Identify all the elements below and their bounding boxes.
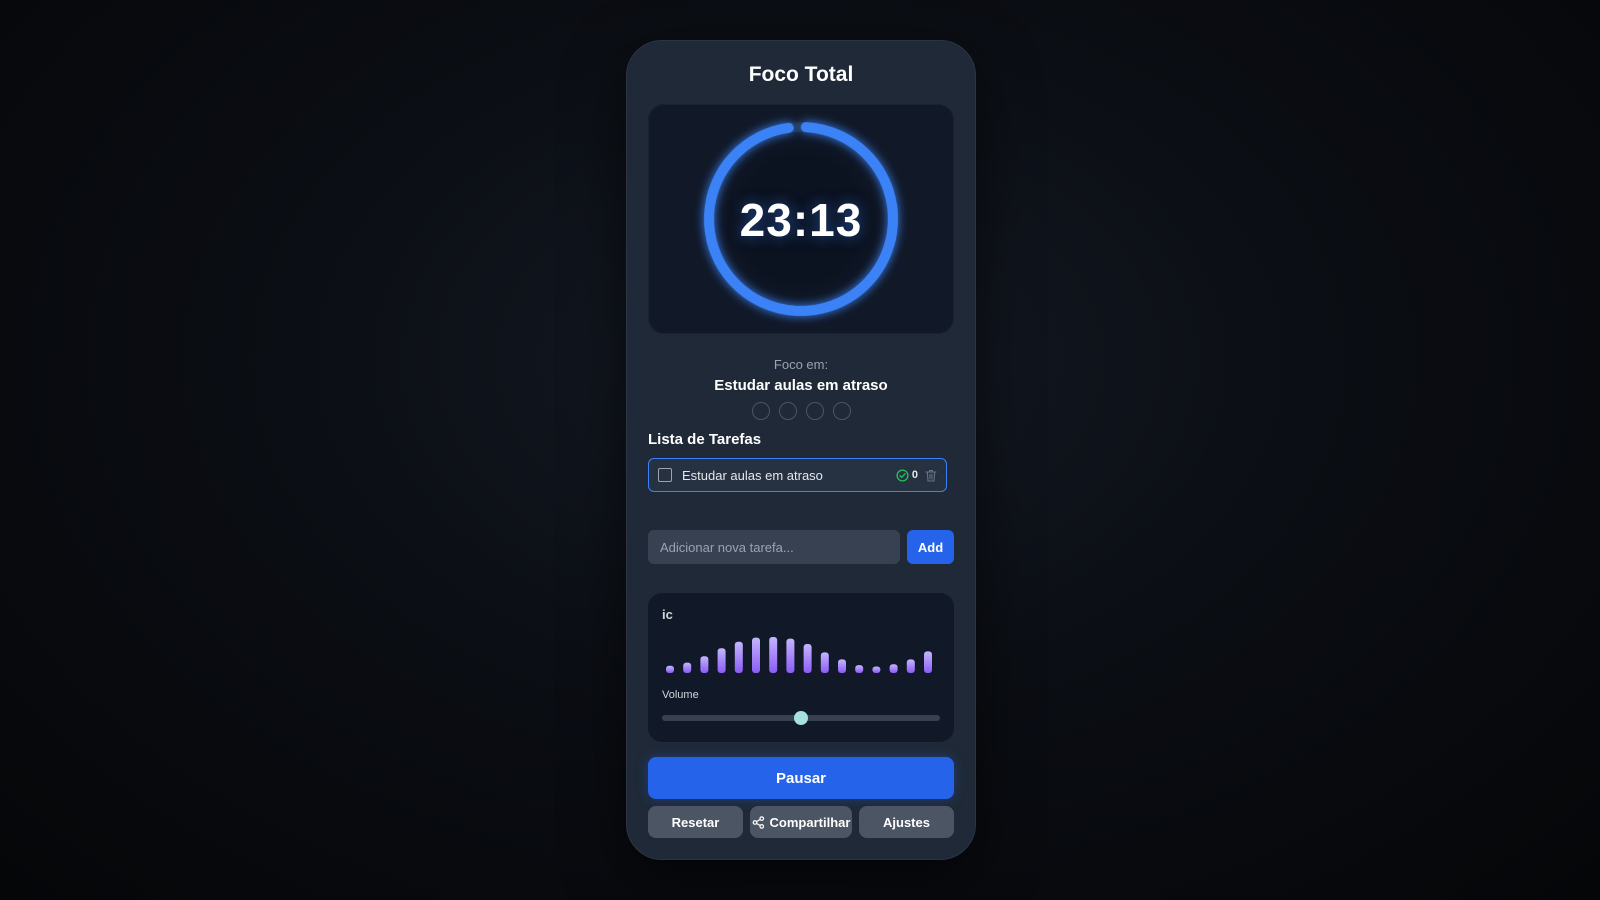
equalizer-bar	[700, 656, 709, 673]
equalizer-bar	[786, 638, 795, 673]
trash-icon	[925, 469, 937, 482]
volume-slider[interactable]	[662, 711, 940, 725]
share-button-label: Compartilhar	[769, 814, 851, 830]
equalizer-bar	[820, 652, 829, 673]
equalizer-bar	[666, 665, 674, 673]
focus-task-title: Estudar aulas em atraso	[714, 377, 888, 394]
volume-slider-thumb[interactable]	[794, 711, 808, 725]
session-dots	[627, 402, 975, 420]
settings-button[interactable]: Ajustes	[859, 806, 954, 838]
task-text: Estudar aulas em atraso	[682, 467, 823, 483]
equalizer-bar	[803, 644, 812, 673]
timer-panel: 23:13	[648, 104, 954, 334]
session-dot	[751, 402, 770, 420]
task-count-value: 0	[911, 469, 918, 481]
session-dot	[778, 402, 797, 420]
reset-button-label: Resetar	[671, 814, 720, 830]
task-checkbox[interactable]	[658, 468, 672, 482]
share-button[interactable]: Compartilhar	[750, 806, 852, 838]
add-task-button[interactable]: Add	[907, 530, 954, 564]
app-title: Foco Total	[748, 63, 854, 86]
session-dot	[832, 402, 851, 420]
settings-button-label: Ajustes	[883, 814, 930, 830]
equalizer-bar	[889, 664, 898, 673]
task-list-title: Lista de Tarefas	[648, 431, 762, 448]
check-circle-icon	[896, 468, 909, 482]
equalizer-bar	[734, 641, 743, 673]
equalizer-bar	[683, 662, 692, 673]
pause-button[interactable]: Pausar	[648, 757, 954, 799]
session-dot	[805, 402, 824, 420]
equalizer-bar	[924, 651, 932, 673]
task-pomodoro-count: 0	[896, 468, 918, 482]
delete-task-button[interactable]	[925, 469, 937, 482]
equalizer-bar	[872, 666, 881, 673]
equalizer-bar	[838, 659, 846, 673]
equalizer-bar	[717, 648, 726, 673]
sound-panel: ic Volume	[648, 593, 954, 742]
equalizer-bar	[906, 659, 915, 673]
equalizer-bar	[752, 637, 760, 673]
new-task-input[interactable]	[648, 530, 900, 564]
equalizer-bar	[855, 665, 864, 673]
reset-button[interactable]: Resetar	[648, 806, 743, 838]
timer-display: 23:13	[739, 194, 863, 246]
task-row[interactable]: Estudar aulas em atraso 0	[648, 458, 947, 492]
focus-label: Foco em:	[773, 357, 829, 372]
equalizer-bar	[769, 637, 778, 673]
volume-label: Volume	[662, 689, 699, 701]
focus-card: Foco Total 23:13 Foco em: Estudar aulas …	[626, 40, 976, 860]
share-icon	[752, 815, 764, 829]
